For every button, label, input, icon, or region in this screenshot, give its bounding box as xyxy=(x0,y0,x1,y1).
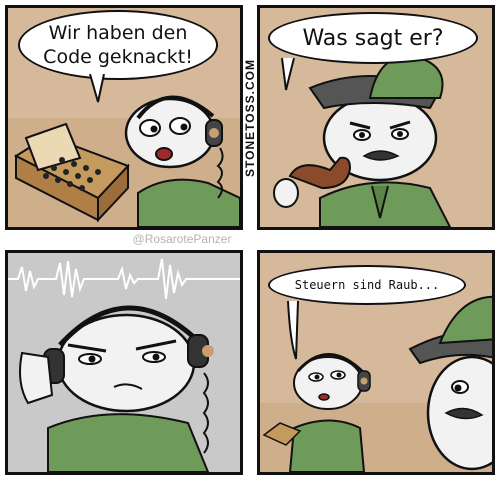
panel-3-scene xyxy=(8,253,240,472)
comic-panel-4: Steuern sind Raub... xyxy=(257,250,495,475)
site-watermark: STONETOSS.COM xyxy=(243,58,257,177)
comic-panel-1: Wir haben den Code geknackt! xyxy=(5,5,243,230)
speech-bubble-text: Was sagt er? xyxy=(302,25,444,51)
speech-bubble-tail xyxy=(89,74,105,103)
comic-panel-3 xyxy=(5,250,243,475)
speech-bubble: Was sagt er? xyxy=(268,12,478,64)
user-watermark: @RosarotePanzer xyxy=(132,232,232,246)
comic-panel-2: Was sagt er? xyxy=(257,5,495,230)
speech-bubble-text: Wir haben den Code geknackt! xyxy=(43,22,193,68)
speech-bubble-text: Steuern sind Raub... xyxy=(294,278,440,292)
speech-bubble-tail xyxy=(281,58,295,91)
speech-bubble: Steuern sind Raub... xyxy=(268,265,466,305)
speech-bubble-tail xyxy=(287,301,299,360)
speech-bubble: Wir haben den Code geknackt! xyxy=(18,10,218,80)
